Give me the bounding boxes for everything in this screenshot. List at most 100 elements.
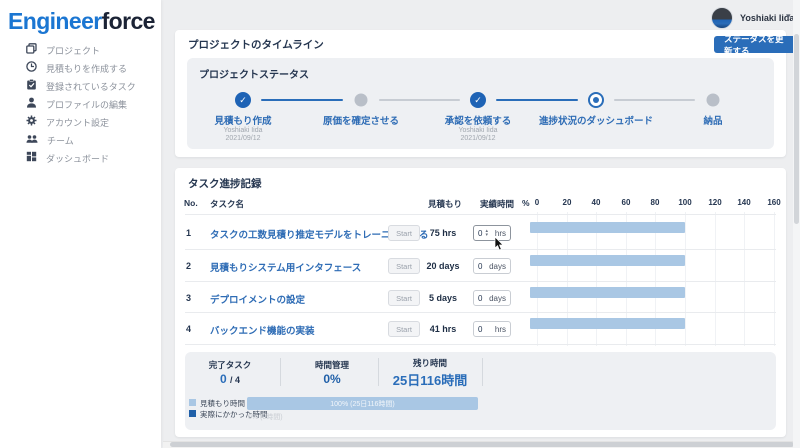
progress-bar: [530, 287, 685, 298]
sidebar-item-account-settings[interactable]: アカウント設定: [0, 113, 161, 131]
brand-logo-secondary: force: [102, 8, 155, 34]
sidebar-item-project[interactable]: プロジェクト: [0, 41, 161, 59]
create-estimate-icon: [26, 59, 37, 77]
horizontal-scrollbar-thumb[interactable]: [170, 442, 794, 447]
unit-label: days: [489, 262, 506, 271]
step-connector-done: [496, 99, 578, 101]
actual-hours-value[interactable]: 0: [478, 262, 482, 271]
axis-tick: 40: [592, 198, 601, 207]
user-avatar[interactable]: [711, 7, 733, 29]
completed-total: / 4: [230, 375, 240, 385]
current-dot-icon: [593, 97, 599, 103]
legend-actual-swatch: [189, 410, 196, 417]
completed-count: 0: [220, 372, 227, 386]
axis-tick: 80: [651, 198, 660, 207]
axis-tick: 160: [767, 198, 780, 207]
sidebar-item-create-estimate[interactable]: 見積もりを作成する: [0, 59, 161, 77]
stepper-arrows-icon[interactable]: ▴▾: [485, 229, 488, 237]
unit-label: days: [489, 294, 506, 303]
task-estimate: 5 days: [418, 293, 468, 303]
legend-estimate-label: 見積もり時間: [200, 398, 245, 409]
legend-estimate-swatch: [189, 399, 196, 406]
task-name-link[interactable]: デプロイメントの設定: [210, 292, 305, 306]
task-name-link[interactable]: 見積もりシステム用インタフェース: [210, 260, 361, 274]
step-dot-icon[interactable]: [707, 94, 720, 107]
time-management-value: 0%: [323, 372, 340, 386]
step-check-icon[interactable]: ✓: [470, 92, 486, 108]
project-status-title: プロジェクトステータス: [199, 66, 309, 81]
actual-hours-input[interactable]: 0 days: [473, 290, 511, 306]
start-button[interactable]: Start: [388, 290, 420, 306]
stat-divider: [378, 358, 379, 386]
row-divider: [185, 214, 776, 215]
brand-logo-primary: Engineer: [8, 8, 102, 34]
step-dot-icon[interactable]: [355, 94, 368, 107]
dashboard-icon: [26, 149, 37, 167]
axis-tick: 60: [622, 198, 631, 207]
col-header-estimate: 見積もり: [428, 198, 462, 210]
step-meta: Yoshiaki Iida 2021/09/12: [183, 127, 303, 143]
actual-hours-input[interactable]: 0 ▴▾ hrs: [473, 225, 511, 241]
col-header-actual: 実績時間: [480, 198, 514, 210]
actual-hours-input[interactable]: 0 days: [473, 258, 511, 274]
task-row-no: 1: [186, 228, 191, 238]
step-meta-date: 2021/09/12: [183, 135, 303, 143]
sidebar-item-registered-tasks[interactable]: 登録されているタスク: [0, 77, 161, 95]
axis-tick: 100: [678, 198, 691, 207]
row-divider: [185, 281, 776, 282]
edit-profile-icon: [26, 95, 37, 113]
vertical-scrollbar-thumb[interactable]: [794, 34, 799, 224]
tasks-card-title: タスク進捗記録: [188, 176, 262, 191]
sidebar-item-label: チーム: [47, 134, 74, 147]
timeline-card-title: プロジェクトのタイムライン: [188, 37, 324, 52]
sidebar-item-edit-profile[interactable]: プロファイルの編集: [0, 95, 161, 113]
mouse-cursor: [494, 237, 505, 256]
col-header-percent: %: [522, 198, 530, 208]
actual-hours-value[interactable]: 0: [478, 325, 482, 334]
overall-estimate-bar-text: 100% (25日116時間): [330, 399, 394, 409]
update-status-button[interactable]: ステータスを更新する: [714, 36, 800, 53]
time-management-label: 時間管理: [315, 359, 349, 371]
app-root: Engineerforce プロジェクト 見積もりを作成する 登録されているタス…: [0, 0, 800, 448]
axis-tick: 140: [737, 198, 750, 207]
sidebar-item-label: 登録されているタスク: [46, 80, 136, 93]
step-check-icon[interactable]: ✓: [235, 92, 251, 108]
sidebar-item-label: プロファイルの編集: [46, 98, 127, 111]
progress-bar: [530, 255, 685, 266]
task-estimate: 75 hrs: [418, 228, 468, 238]
row-divider: [185, 249, 776, 250]
actual-hours-value[interactable]: 0: [478, 294, 482, 303]
actual-hours-input[interactable]: 0 hrs: [473, 321, 511, 337]
row-divider: [185, 312, 776, 313]
start-button[interactable]: Start: [388, 258, 420, 274]
step-connector-pending: [379, 99, 460, 101]
task-row-no: 2: [186, 261, 191, 271]
overall-actual-text: 0% (0時間): [248, 412, 283, 422]
start-button[interactable]: Start: [388, 225, 420, 241]
progress-bar: [530, 222, 685, 233]
sidebar-item-team[interactable]: チーム: [0, 131, 161, 149]
axis-tick: 120: [708, 198, 721, 207]
sidebar-item-label: アカウント設定: [46, 116, 109, 129]
actual-hours-value[interactable]: 0: [478, 229, 482, 238]
step-current-icon[interactable]: [588, 92, 604, 108]
chevron-down-icon[interactable]: ▾: [786, 11, 791, 22]
start-button[interactable]: Start: [388, 321, 420, 337]
stat-divider: [280, 358, 281, 386]
sidebar-item-dashboard[interactable]: ダッシュボード: [0, 149, 161, 167]
step-connector-pending: [614, 99, 695, 101]
step-meta-name: Yoshiaki Iida: [418, 127, 538, 135]
brand-logo: Engineerforce: [8, 8, 155, 35]
remaining-time-value: 25日116時間: [393, 370, 467, 389]
col-header-no: No.: [184, 198, 198, 208]
check-icon: ✓: [474, 95, 482, 106]
sidebar-item-label: 見積もりを作成する: [46, 62, 127, 75]
sidebar-item-label: ダッシュボード: [46, 152, 109, 165]
task-name-link[interactable]: バックエンド機能の実装: [210, 323, 315, 337]
row-divider: [185, 344, 776, 345]
step-connector-done: [261, 99, 343, 101]
task-row-no: 3: [186, 293, 191, 303]
col-header-name: タスク名: [210, 198, 244, 210]
step-meta: Yoshiaki Iida 2021/09/12: [418, 127, 538, 143]
completed-tasks-value: 0 / 4: [220, 372, 240, 386]
